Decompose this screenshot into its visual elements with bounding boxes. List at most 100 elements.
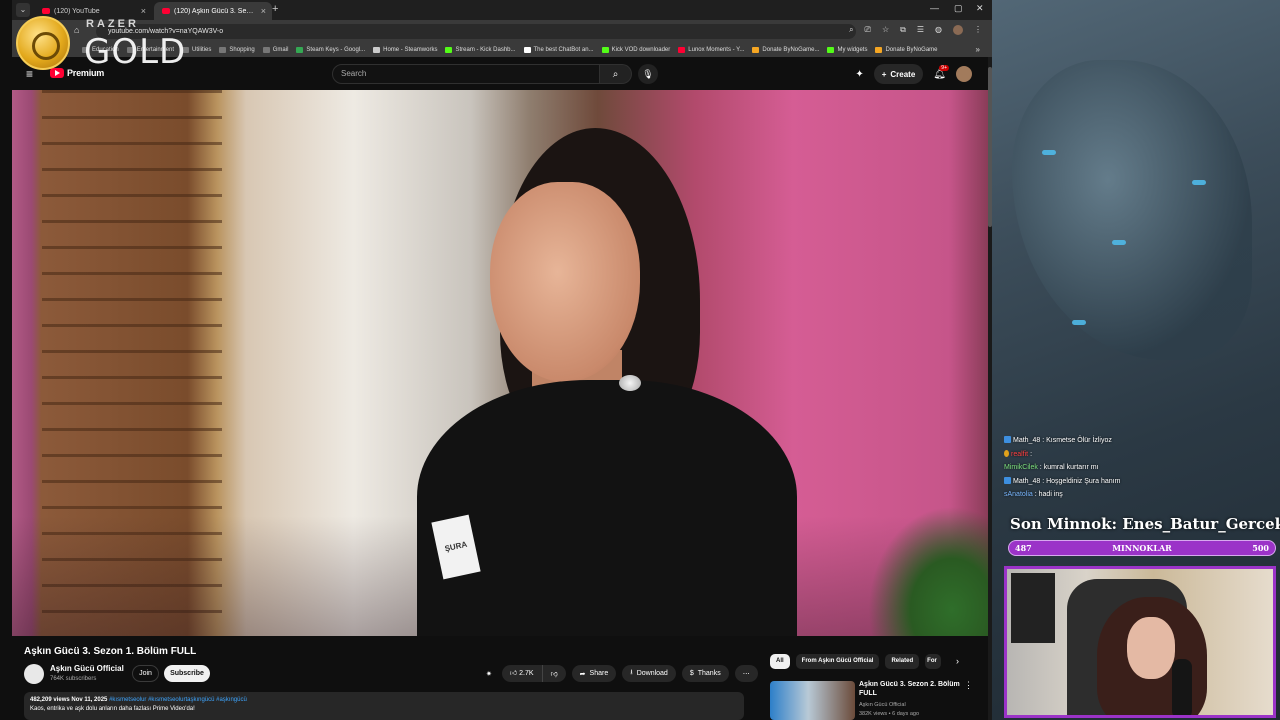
video-details: Aşkın Gücü 3. Sezon 1. Bölüm FULL Aşkın … bbox=[12, 636, 988, 720]
download-label: Download bbox=[636, 670, 668, 677]
chevron-right-icon[interactable]: › bbox=[956, 656, 959, 666]
download-button[interactable]: ⭳ Download bbox=[622, 665, 676, 682]
channel-name[interactable]: Aşkın Gücü Official bbox=[50, 664, 124, 673]
install-icon[interactable]: ⎚ bbox=[865, 25, 871, 35]
bookmark-item[interactable]: Lunox Moments - Y... bbox=[678, 46, 745, 53]
search-button[interactable]: ⌕ bbox=[600, 64, 632, 84]
glow-spot bbox=[1072, 320, 1086, 325]
bookmark-item[interactable]: The best ChatBot an... bbox=[523, 46, 594, 53]
person-face bbox=[490, 182, 640, 382]
extensions-icon[interactable]: ⧉ bbox=[900, 25, 906, 35]
bookmark-label: Kick VOD downloader bbox=[611, 46, 671, 53]
voice-search-button[interactable]: 🎙︎ bbox=[638, 64, 658, 84]
view-stats: 482,209 views Nov 11, 2025 bbox=[30, 697, 108, 703]
subscribe-button[interactable]: Subscribe bbox=[164, 665, 210, 682]
tab-search-icon[interactable]: ⌄ bbox=[16, 3, 30, 17]
scrollbar-thumb[interactable] bbox=[988, 67, 992, 227]
bookmark-item[interactable]: Donate ByNoGame... bbox=[752, 46, 819, 53]
bookmark-star-icon[interactable]: ☆ bbox=[882, 25, 889, 35]
page-scrollbar[interactable] bbox=[988, 57, 992, 720]
close-window-button[interactable]: ✕ bbox=[976, 3, 984, 14]
plant bbox=[868, 506, 988, 636]
create-button[interactable]: + Create bbox=[873, 64, 924, 84]
chat-badge-icon bbox=[1004, 436, 1011, 443]
plus-icon: + bbox=[881, 69, 887, 79]
chat-username: sAnatolia bbox=[1004, 491, 1033, 498]
bookmark-icon bbox=[445, 46, 453, 53]
new-tab-button[interactable]: + bbox=[272, 3, 278, 15]
youtube-favicon-icon bbox=[42, 8, 50, 14]
razer-gold-overlay: RAZER GOLD bbox=[16, 16, 196, 72]
chip-for-you[interactable]: For bbox=[925, 654, 942, 669]
close-icon[interactable]: × bbox=[261, 6, 266, 16]
ai-sparkle-button[interactable]: ✷ bbox=[482, 665, 496, 682]
dislike-button[interactable]: 👎︎ bbox=[543, 669, 566, 678]
minimize-button[interactable]: — bbox=[930, 3, 939, 13]
thanks-button[interactable]: $ Thanks bbox=[681, 665, 729, 682]
more-actions-button[interactable]: ⋯ bbox=[734, 665, 758, 682]
bookmark-icon bbox=[827, 46, 835, 53]
video-title: Aşkın Gücü 3. Sezon 1. Bölüm FULL bbox=[24, 646, 197, 657]
bookmark-item[interactable]: Gmail bbox=[262, 46, 289, 53]
bookmark-icon bbox=[875, 46, 883, 53]
notification-badge: 9+ bbox=[939, 64, 949, 71]
bookmark-item[interactable]: Shopping bbox=[219, 46, 255, 53]
bookmark-label: Lunox Moments - Y... bbox=[688, 46, 745, 53]
video-player[interactable]: ŞURA bbox=[12, 90, 988, 636]
glow-spot bbox=[1192, 180, 1206, 185]
chat-message: Math_48 : Kısmetse Ölür İzliyoz bbox=[1004, 434, 1274, 448]
recommendation-thumbnail[interactable] bbox=[770, 681, 855, 720]
thanks-label: Thanks bbox=[697, 670, 721, 677]
thumbs-down-icon: 👎︎ bbox=[550, 671, 558, 678]
url-field[interactable]: youtube.com/watch?v=naYQAW3V-o bbox=[96, 24, 856, 39]
recommendation-title[interactable]: Aşkın Gücü 3. Sezon 2. Bölüm FULL bbox=[859, 680, 969, 698]
account-avatar[interactable] bbox=[956, 66, 972, 82]
bookmark-item[interactable]: Home - Steamworks bbox=[373, 46, 437, 53]
bookmark-item[interactable]: Donate ByNoGame bbox=[875, 46, 938, 53]
bookmark-item[interactable]: Kick VOD downloader bbox=[601, 46, 671, 53]
earring bbox=[619, 375, 641, 391]
mic-icon: 🎙︎ bbox=[642, 69, 654, 79]
chat-separator: : bbox=[1028, 450, 1033, 458]
browser-menu-icon[interactable]: ⋮ bbox=[974, 25, 982, 35]
zoom-icon[interactable]: ⌕ bbox=[849, 25, 853, 35]
razer-coin-icon bbox=[16, 16, 70, 70]
maximize-button[interactable]: ▢ bbox=[954, 3, 963, 14]
close-icon[interactable]: × bbox=[141, 6, 146, 16]
donation-goal-bar: 487 MINNOKLAR 500 bbox=[1008, 540, 1276, 556]
create-label: Create bbox=[890, 69, 916, 79]
like-button[interactable]: 👍︎ 2.7K bbox=[502, 665, 543, 682]
last-donation: Son Minnok: Enes_Batur_Gercek bbox=[1010, 515, 1280, 533]
chat-text: Hoşgeldiniz Şura hanım bbox=[1046, 477, 1121, 485]
channel-avatar[interactable] bbox=[24, 664, 44, 684]
profile-avatar[interactable] bbox=[953, 25, 963, 35]
bookmark-item[interactable]: Steam Keys - Googl... bbox=[296, 46, 365, 53]
kebab-menu-icon[interactable]: ⋮ bbox=[964, 680, 973, 691]
chip-related[interactable]: Related bbox=[885, 654, 920, 669]
chat-message: MimikCilek : kumral kurtarır mı bbox=[1004, 461, 1274, 475]
notifications-bell-icon[interactable]: 🔔︎ 9+ bbox=[933, 64, 949, 80]
bookmark-icon bbox=[262, 46, 270, 53]
share-button[interactable]: ➦ Share bbox=[571, 665, 617, 682]
share-label: Share bbox=[589, 670, 609, 677]
extension-icon[interactable]: ◍ bbox=[935, 25, 942, 35]
chat-badge-icon bbox=[1004, 476, 1011, 484]
glow-spot bbox=[1112, 240, 1126, 245]
hashtags[interactable]: #kısmetseolur #kısmetseolurtaşkıngücü #a… bbox=[109, 697, 247, 703]
search-input[interactable]: Search bbox=[332, 64, 600, 84]
chip-from-channel[interactable]: From Aşkın Gücü Official bbox=[795, 654, 880, 669]
extension-puzzle-icon[interactable]: ✦ bbox=[855, 69, 863, 80]
sidebar-icon[interactable]: ☰ bbox=[917, 25, 924, 35]
bookmark-item[interactable]: Stream - Kick Dashb... bbox=[445, 46, 516, 53]
person-shirt bbox=[417, 380, 797, 636]
bookmark-label: The best ChatBot an... bbox=[533, 46, 594, 53]
description-box[interactable]: 482,209 views Nov 11, 2025 #kısmetseolur… bbox=[24, 692, 744, 720]
bookmarks-more-icon[interactable]: » bbox=[976, 45, 992, 54]
bookmark-item[interactable]: My widgets bbox=[827, 46, 867, 53]
share-icon: ➦ bbox=[579, 670, 586, 678]
bookmark-label: Gmail bbox=[272, 46, 289, 53]
bookmark-icon bbox=[296, 46, 304, 53]
bookmark-label: Stream - Kick Dashb... bbox=[455, 46, 516, 53]
chip-all[interactable]: All bbox=[770, 654, 790, 669]
join-button[interactable]: Join bbox=[132, 665, 159, 682]
